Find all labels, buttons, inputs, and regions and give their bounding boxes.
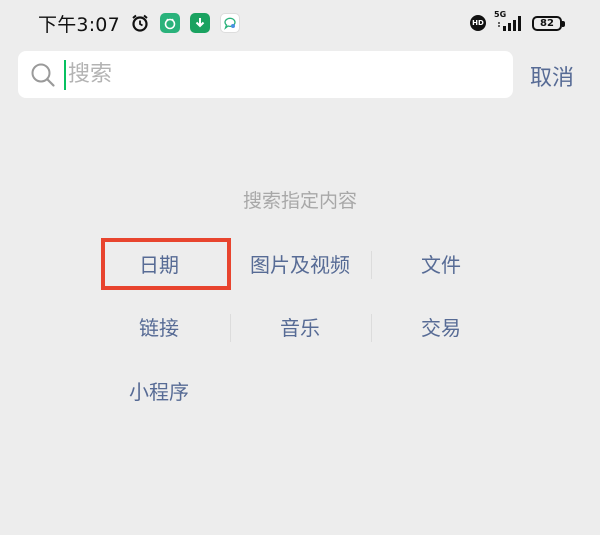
- download-icon: [189, 13, 210, 33]
- status-right: HD 5G 82: [470, 10, 565, 32]
- search-bar[interactable]: [18, 51, 513, 98]
- search-screen: 下午3:07 HD 5G 82 搜索 取消 搜索指定内容 日期 图片及视频 文件…: [0, 0, 600, 535]
- hd-icon: HD: [470, 15, 486, 31]
- status-left: 下午3:07: [38, 10, 240, 37]
- search-icon: [31, 63, 55, 87]
- text-cursor: [64, 59, 66, 90]
- signal-icon: 5G: [494, 10, 524, 32]
- option-links[interactable]: 链接: [88, 308, 230, 348]
- status-bar: 下午3:07 HD 5G 82: [0, 0, 600, 46]
- search-input[interactable]: [68, 54, 513, 95]
- option-files[interactable]: 文件: [370, 245, 512, 285]
- section-title: 搜索指定内容: [242, 190, 357, 212]
- cancel-button[interactable]: 取消: [530, 60, 574, 92]
- option-mini-programs[interactable]: 小程序: [88, 372, 230, 412]
- highlight-annotation: [101, 238, 231, 290]
- chat-bubble-icon: [219, 13, 240, 33]
- status-time: 下午3:07: [38, 13, 120, 36]
- option-photos-videos[interactable]: 图片及视频: [229, 245, 371, 285]
- android-app-icon: [159, 13, 180, 33]
- option-music[interactable]: 音乐: [229, 308, 371, 348]
- battery-indicator: 82: [532, 15, 565, 31]
- option-transactions[interactable]: 交易: [370, 308, 512, 348]
- alarm-icon: [130, 13, 150, 33]
